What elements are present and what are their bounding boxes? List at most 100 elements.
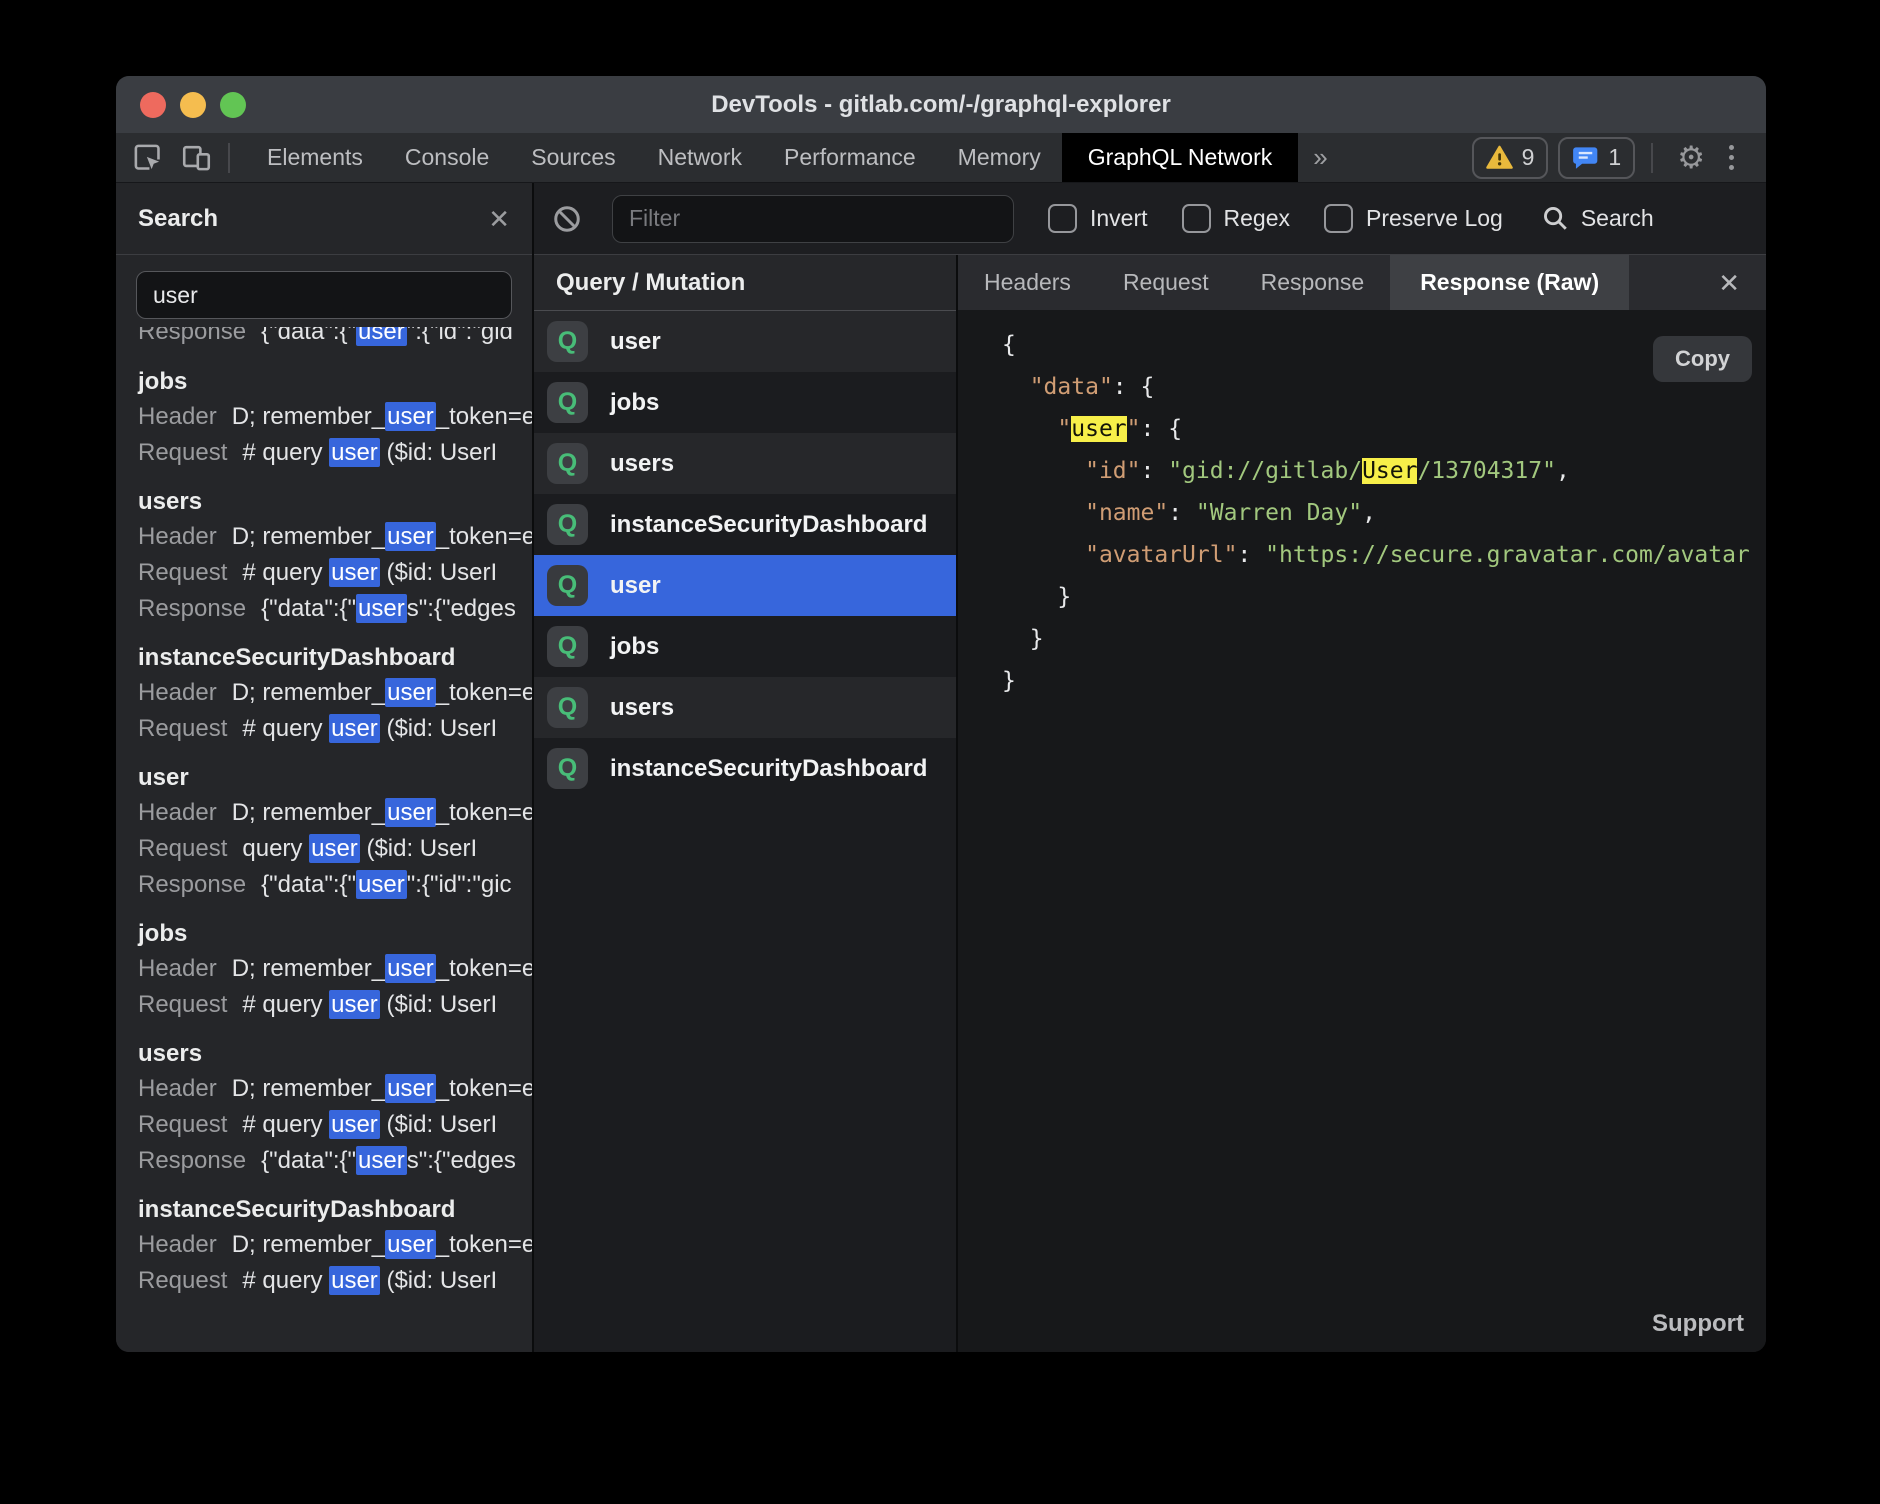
result-text: # query bbox=[242, 715, 329, 742]
search-result-row-content: D; remember_user_token=e bbox=[232, 522, 532, 551]
checkbox-invert[interactable]: Invert bbox=[1048, 204, 1148, 233]
query-item-instancesecuritydashboard[interactable]: QinstanceSecurityDashboard bbox=[534, 494, 956, 555]
warnings-badge[interactable]: 9 bbox=[1472, 137, 1549, 179]
search-result-row-label: Header bbox=[138, 1231, 217, 1258]
minimize-window-button[interactable] bbox=[180, 92, 206, 118]
inspect-element-icon[interactable] bbox=[132, 142, 163, 173]
query-item-label: users bbox=[610, 450, 674, 478]
query-item-instancesecuritydashboard[interactable]: QinstanceSecurityDashboard bbox=[534, 738, 956, 799]
search-result-row[interactable]: HeaderD; remember_user_token=e bbox=[138, 519, 532, 555]
zoom-window-button[interactable] bbox=[220, 92, 246, 118]
search-result-row[interactable]: Response{"data":{"user":{"id":"gic bbox=[138, 867, 532, 903]
devtools-tab-memory[interactable]: Memory bbox=[937, 133, 1062, 182]
detail-tab-strip: HeadersRequestResponseResponse (Raw) ✕ bbox=[958, 255, 1766, 310]
search-result-row[interactable]: Requestquery user ($id: UserI bbox=[138, 831, 532, 867]
devtools-tab-graphql-network[interactable]: GraphQL Network bbox=[1062, 133, 1299, 182]
clear-block-icon[interactable] bbox=[552, 204, 582, 234]
checkbox-label-regex: Regex bbox=[1224, 205, 1290, 232]
detail-panel: HeadersRequestResponseResponse (Raw)✕ { … bbox=[958, 255, 1766, 1352]
search-result-row[interactable]: HeaderD; remember_user_token=e bbox=[138, 675, 532, 711]
search-result-row[interactable]: Response{"data":{"users":{"edges bbox=[138, 591, 532, 627]
json-line: "avatarUrl": "https://secure.gravatar.co… bbox=[1002, 534, 1766, 576]
search-result-row-content: # query user ($id: UserI bbox=[242, 714, 497, 743]
search-result-row[interactable]: Request# query user ($id: UserI bbox=[138, 1263, 532, 1299]
search-result-row[interactable]: Request# query user ($id: UserI bbox=[138, 555, 532, 591]
search-result-group-title[interactable]: users bbox=[138, 488, 532, 516]
search-result-row[interactable]: HeaderD; remember_user_token=e bbox=[138, 951, 532, 987]
query-item-user[interactable]: Quser bbox=[534, 555, 956, 616]
search-result-row-content: # query user ($id: UserI bbox=[242, 1110, 497, 1139]
settings-gear-icon[interactable]: ⚙ bbox=[1677, 142, 1705, 173]
detail-panel-close-icon[interactable]: ✕ bbox=[1718, 270, 1766, 296]
search-result-row[interactable]: Request# query user ($id: UserI bbox=[138, 987, 532, 1023]
search-result-row[interactable]: HeaderD; remember_user_token=e bbox=[138, 1071, 532, 1107]
search-input[interactable] bbox=[136, 271, 512, 319]
search-result-group-title[interactable]: instanceSecurityDashboard bbox=[138, 1196, 532, 1224]
search-result-row[interactable]: HeaderD; remember_user_token=e bbox=[138, 1227, 532, 1263]
query-type-icon: Q bbox=[547, 504, 588, 545]
search-result-row-content: query user ($id: UserI bbox=[242, 834, 477, 863]
detail-tab-headers[interactable]: Headers bbox=[958, 255, 1097, 310]
search-result-group-title[interactable]: instanceSecurityDashboard bbox=[138, 644, 532, 672]
search-result-row-clipped[interactable]: Response{"data":{"user":{"id":"gid bbox=[138, 327, 532, 351]
detail-tab-response[interactable]: Response bbox=[1235, 255, 1391, 310]
device-toolbar-icon[interactable] bbox=[181, 142, 212, 173]
query-item-label: jobs bbox=[610, 633, 659, 661]
kebab-menu-icon[interactable] bbox=[1729, 145, 1734, 170]
search-result-row[interactable]: Request# query user ($id: UserI bbox=[138, 711, 532, 747]
result-text: D; remember_ bbox=[232, 403, 385, 430]
search-result-row[interactable]: Response{"data":{"user":{"id":"gid bbox=[138, 327, 532, 350]
result-text: _token=e bbox=[436, 1075, 532, 1102]
checkbox-box-regex[interactable] bbox=[1182, 204, 1211, 233]
devtools-tab-performance[interactable]: Performance bbox=[763, 133, 937, 182]
search-result-row[interactable]: Request# query user ($id: UserI bbox=[138, 435, 532, 471]
query-item-user[interactable]: Quser bbox=[534, 311, 956, 372]
result-text: D; remember_ bbox=[232, 523, 385, 550]
more-tabs-icon[interactable]: » bbox=[1298, 142, 1342, 173]
devtools-tab-console[interactable]: Console bbox=[384, 133, 510, 182]
checkbox-box-preserve-log[interactable] bbox=[1324, 204, 1353, 233]
match-highlight: user bbox=[385, 1074, 436, 1103]
search-result-row[interactable]: Response{"data":{"users":{"edges bbox=[138, 1143, 532, 1179]
json-token: : bbox=[1237, 542, 1265, 568]
detail-tab-response-raw[interactable]: Response (Raw) bbox=[1390, 255, 1629, 310]
devtools-tab-network[interactable]: Network bbox=[637, 133, 763, 182]
search-result-group-title[interactable]: jobs bbox=[138, 368, 532, 396]
query-item-jobs[interactable]: Qjobs bbox=[534, 616, 956, 677]
toolbar-search-button[interactable]: Search bbox=[1541, 204, 1654, 233]
search-result-row-label: Response bbox=[138, 327, 246, 345]
search-result-group-title[interactable]: users bbox=[138, 1040, 532, 1068]
devtools-tab-elements[interactable]: Elements bbox=[246, 133, 384, 182]
devtools-tab-sources[interactable]: Sources bbox=[510, 133, 636, 182]
json-line: "data": { bbox=[1002, 366, 1766, 408]
close-window-button[interactable] bbox=[140, 92, 166, 118]
search-result-row[interactable]: Request# query user ($id: UserI bbox=[138, 1107, 532, 1143]
copy-button[interactable]: Copy bbox=[1653, 336, 1752, 382]
support-link[interactable]: Support bbox=[1652, 1310, 1744, 1338]
message-icon bbox=[1572, 144, 1599, 171]
query-item-jobs[interactable]: Qjobs bbox=[534, 372, 956, 433]
result-text: {"data":{" bbox=[261, 327, 356, 345]
search-panel-header: Search ✕ bbox=[116, 183, 532, 255]
checkbox-regex[interactable]: Regex bbox=[1182, 204, 1290, 233]
checkbox-preserve-log[interactable]: Preserve Log bbox=[1324, 204, 1503, 233]
query-item-users[interactable]: Qusers bbox=[534, 433, 956, 494]
search-result-group-title[interactable]: jobs bbox=[138, 920, 532, 948]
search-result-row[interactable]: HeaderD; remember_user_token=e bbox=[138, 795, 532, 831]
search-result-group-title[interactable]: user bbox=[138, 764, 532, 792]
match-highlight: user bbox=[329, 1110, 380, 1139]
search-result-row-content: {"data":{"users":{"edges bbox=[261, 1146, 516, 1175]
search-result-row[interactable]: HeaderD; remember_user_token=e bbox=[138, 399, 532, 435]
search-result-row-label: Response bbox=[138, 871, 246, 898]
json-token: : { bbox=[1113, 374, 1155, 400]
match-highlight: user bbox=[385, 954, 436, 983]
json-token: } bbox=[1002, 668, 1016, 694]
search-result-group-users: users HeaderD; remember_user_token=eReque… bbox=[138, 1040, 532, 1179]
filter-input[interactable] bbox=[612, 195, 1014, 243]
detail-tab-request[interactable]: Request bbox=[1097, 255, 1235, 310]
search-panel-close-icon[interactable]: ✕ bbox=[488, 206, 510, 232]
query-item-users[interactable]: Qusers bbox=[534, 677, 956, 738]
messages-badge[interactable]: 1 bbox=[1558, 137, 1635, 179]
checkbox-box-invert[interactable] bbox=[1048, 204, 1077, 233]
query-panel: Query / Mutation QuserQjobsQusersQinstan… bbox=[534, 255, 958, 1352]
